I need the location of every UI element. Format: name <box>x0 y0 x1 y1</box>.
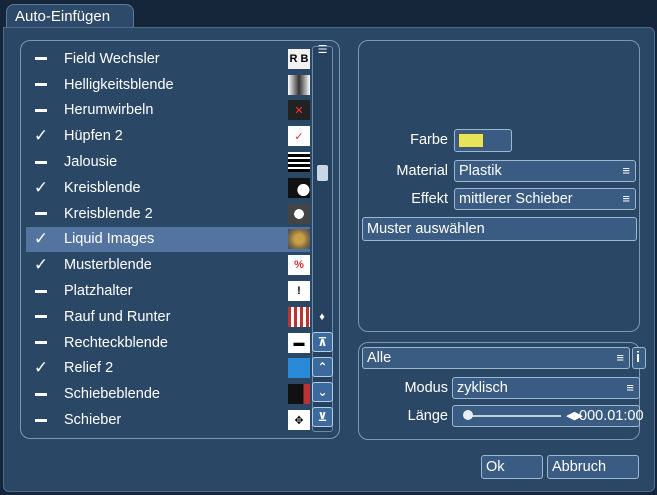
list-item-label: Platzhalter <box>64 283 133 300</box>
list-item[interactable]: Jalousie <box>26 149 310 175</box>
farbe-label: Farbe <box>410 132 448 148</box>
list-item[interactable]: ✓ Relief 2 <box>26 356 310 382</box>
list-item-label: Rauf und Runter <box>64 308 171 325</box>
thumb-hop-icon: ✓ <box>288 126 310 147</box>
list-item-label: Helligkeitsblende <box>64 76 174 93</box>
check-icon[interactable]: ✓ <box>30 229 52 249</box>
menu-icon: ≡ <box>626 380 634 395</box>
ok-button[interactable]: Ok <box>481 455 543 479</box>
thumb-updown-icon <box>288 306 310 327</box>
list-item-label: Kreisblende 2 <box>64 205 153 222</box>
thumb-pusher-icon: ✥ <box>288 410 310 431</box>
list-item[interactable]: ✓ Hüpfen 2 ✓ <box>26 123 310 149</box>
dash-icon[interactable] <box>30 75 52 95</box>
effekt-label: Effekt <box>411 191 448 207</box>
list-item-label: Rechteckblende <box>64 334 168 351</box>
scroll-down-button[interactable]: ⌄ <box>312 382 333 402</box>
menu-icon: ≡ <box>622 163 630 178</box>
slider-knob[interactable] <box>463 410 473 420</box>
list-item[interactable]: ✓ Kreisblende <box>26 175 310 201</box>
list-item-label: Musterblende <box>64 257 152 274</box>
check-icon[interactable]: ✓ <box>30 358 52 378</box>
dash-icon[interactable] <box>30 281 52 301</box>
scroll-bottom-button[interactable]: ⊻ <box>312 407 333 427</box>
dash-icon[interactable] <box>30 307 52 327</box>
list-item[interactable]: Helligkeitsblende <box>26 72 310 98</box>
laenge-label: Länge <box>407 408 448 424</box>
thumb-brightness-icon <box>288 74 310 95</box>
check-icon[interactable]: ✓ <box>30 255 52 275</box>
thumb-rb-icon: R B <box>288 48 310 69</box>
list-item-label: Herumwirbeln <box>64 102 154 119</box>
dash-icon[interactable] <box>30 410 52 430</box>
laenge-slider[interactable]: ◀▶ 000.01:00 <box>452 405 644 427</box>
thumb-rect-icon: ▬ <box>288 332 310 353</box>
thumb-placeholder-icon: ! <box>288 281 310 302</box>
list-item-label: Jalousie <box>64 154 118 171</box>
list-item[interactable]: Kreisblende 2 <box>26 201 310 227</box>
color-picker-button[interactable] <box>454 129 512 152</box>
thumb-circle2-icon <box>288 203 310 224</box>
scroll-updown-icon[interactable]: ♦ <box>315 311 329 323</box>
modus-select[interactable]: zyklisch ≡ <box>452 377 640 399</box>
dash-icon[interactable] <box>30 152 52 172</box>
muster-auswaehlen-button[interactable]: Muster auswählen <box>362 217 637 241</box>
effekt-value: mittlerer Schieber <box>459 191 573 207</box>
list-item[interactable]: Platzhalter! <box>26 278 310 304</box>
thumb-relief-icon <box>288 358 310 379</box>
list-item-label: Field Wechsler <box>64 50 160 67</box>
list-item[interactable]: ✓ Musterblende% <box>26 252 310 278</box>
check-icon[interactable]: ✓ <box>30 126 52 146</box>
scrollbar-thumb[interactable] <box>317 165 328 181</box>
dash-icon[interactable] <box>30 333 52 353</box>
modus-label: Modus <box>404 380 448 396</box>
dash-icon[interactable] <box>30 384 52 404</box>
filter-value: Alle <box>367 350 392 366</box>
thumb-swirl-icon: ✕ <box>288 100 310 121</box>
list-item[interactable]: Schieber ✥ <box>26 407 310 433</box>
dialog-tab: Auto-Einfügen <box>6 4 134 28</box>
laenge-value: 000.01:00 <box>579 408 644 424</box>
list-item-label: Relief 2 <box>64 360 114 377</box>
thumb-liquid-icon <box>288 229 310 250</box>
menu-icon: ≡ <box>616 350 624 365</box>
thumb-slide-icon <box>288 384 310 405</box>
properties-panel <box>358 40 640 332</box>
dash-icon[interactable] <box>30 100 52 120</box>
list-item-label: Liquid Images <box>64 231 155 248</box>
check-icon[interactable]: ✓ <box>30 178 52 198</box>
material-label: Material <box>396 163 448 179</box>
thumb-pattern-icon: % <box>288 255 310 276</box>
effekt-select[interactable]: mittlerer Schieber ≡ <box>454 188 636 210</box>
thumb-circle-icon <box>288 177 310 198</box>
cancel-button[interactable]: Abbruch <box>547 455 639 479</box>
list-menu-icon[interactable]: ☰ <box>316 44 329 56</box>
info-button[interactable]: i <box>632 347 646 369</box>
dash-icon[interactable] <box>30 49 52 69</box>
list-item[interactable]: Rechteckblende ▬ <box>26 330 310 356</box>
material-select[interactable]: Plastik ≡ <box>454 160 636 182</box>
filter-select[interactable]: Alle ≡ <box>362 347 630 369</box>
list-item-label: Schieber <box>64 412 122 429</box>
menu-icon: ≡ <box>622 191 630 206</box>
scroll-top-button[interactable]: ⊼ <box>312 332 333 352</box>
thumb-blinds-icon <box>288 152 310 173</box>
list-item-label: Schiebeblende <box>64 386 160 403</box>
scroll-up-button[interactable]: ⌃ <box>312 357 333 377</box>
transition-list: Field Wechsler R B Helligkeitsblende Herumw… <box>26 46 310 433</box>
list-item-label: Hüpfen 2 <box>64 128 123 145</box>
slider-track <box>469 415 561 417</box>
list-item-label: Kreisblende <box>64 179 141 196</box>
list-item[interactable]: Field Wechsler R B <box>26 46 310 72</box>
list-item[interactable]: Herumwirbeln ✕ <box>26 98 310 124</box>
list-item[interactable]: ✓ Liquid Images <box>26 226 310 253</box>
list-item[interactable]: Rauf und Runter <box>26 304 310 330</box>
modus-value: zyklisch <box>457 380 508 396</box>
material-value: Plastik <box>459 163 502 179</box>
list-item[interactable]: Schiebeblende <box>26 381 310 407</box>
color-swatch <box>458 133 484 148</box>
info-icon: i <box>636 350 641 366</box>
dash-icon[interactable] <box>30 204 52 224</box>
